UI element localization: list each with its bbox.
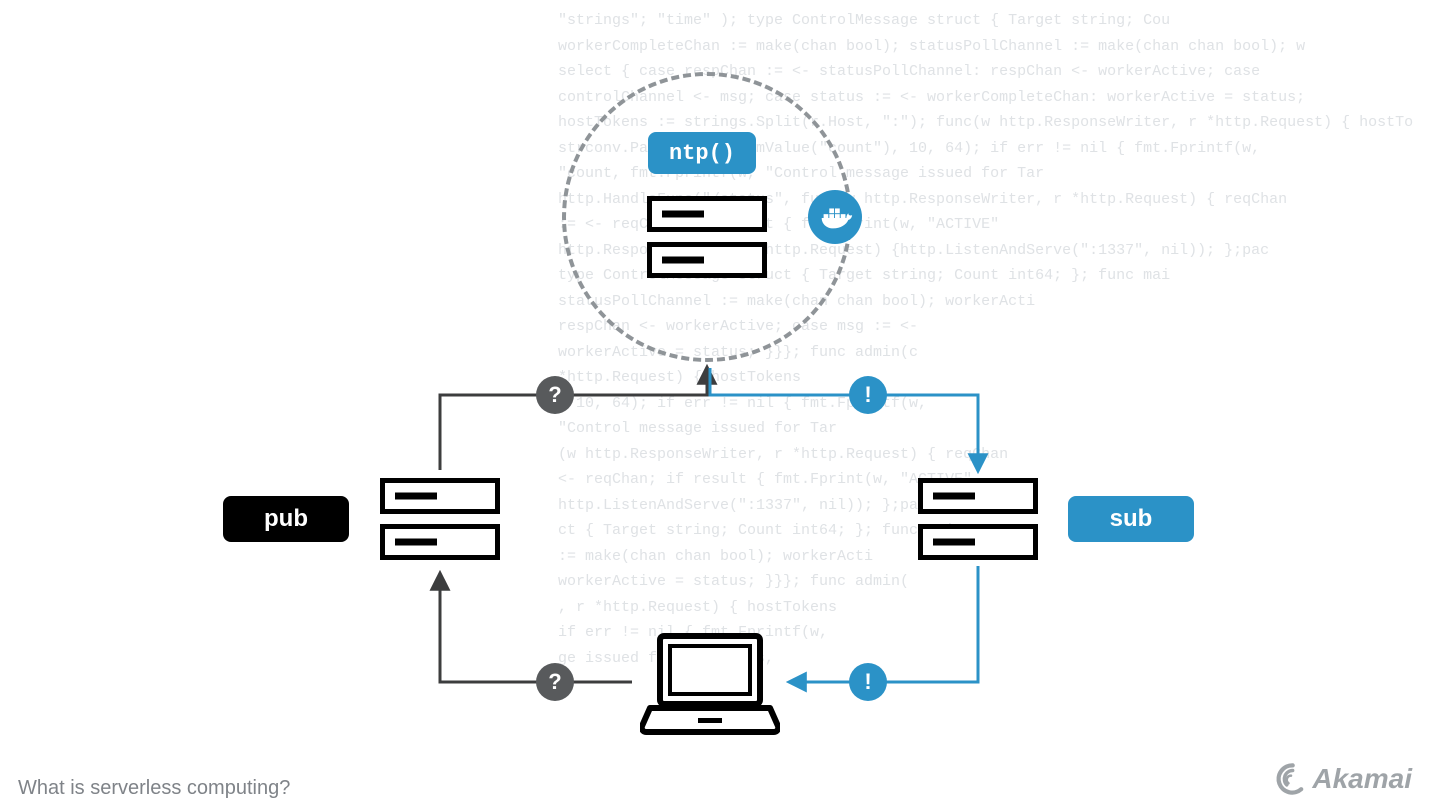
question-badge-bottom: ? bbox=[536, 663, 574, 701]
laptop-icon bbox=[640, 630, 780, 740]
ntp-function-label: ntp() bbox=[648, 132, 756, 174]
docker-icon bbox=[808, 190, 862, 244]
question-badge-top: ? bbox=[536, 376, 574, 414]
server-bar bbox=[918, 478, 1038, 514]
bang-badge-top: ! bbox=[849, 376, 887, 414]
akamai-swirl-icon bbox=[1274, 762, 1308, 796]
server-bar bbox=[918, 524, 1038, 560]
server-bar bbox=[380, 524, 500, 560]
server-bar bbox=[647, 242, 767, 278]
pub-label: pub bbox=[223, 496, 349, 542]
server-bar bbox=[647, 196, 767, 232]
pub-server-stack bbox=[380, 478, 500, 570]
sub-server-stack bbox=[918, 478, 1038, 570]
logo-text: Akamai bbox=[1312, 763, 1412, 795]
akamai-logo: Akamai bbox=[1274, 762, 1412, 796]
page-caption: What is serverless computing? bbox=[18, 777, 290, 800]
ntp-server-stack bbox=[647, 196, 767, 288]
bang-badge-bottom: ! bbox=[849, 663, 887, 701]
sub-label: sub bbox=[1068, 496, 1194, 542]
server-bar bbox=[380, 478, 500, 514]
